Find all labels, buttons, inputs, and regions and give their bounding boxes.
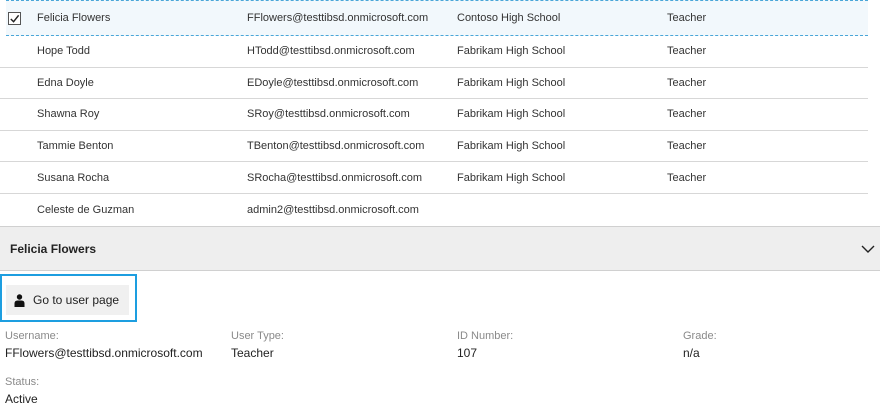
cell-role: Teacher xyxy=(667,12,707,24)
username-field: Username: FFlowers@testtibsd.onmicrosoft… xyxy=(5,329,203,361)
cell-school: Fabrikam High School xyxy=(457,108,566,121)
details-title: Felicia Flowers xyxy=(10,241,97,256)
cell-role: Teacher xyxy=(667,171,707,184)
cell-role: Teacher xyxy=(667,45,707,58)
cell-role: Teacher xyxy=(667,108,707,121)
id-number-label: ID Number: xyxy=(457,330,514,342)
cell-name: Shawna Roy xyxy=(37,108,100,121)
cell-email: EDoyle@testtibsd.onmicrosoft.com xyxy=(247,76,419,89)
cell-school: Fabrikam High School xyxy=(457,171,566,184)
chevron-down-icon[interactable] xyxy=(860,241,876,257)
table-row[interactable]: Celeste de Guzman admin2@testtibsd.onmic… xyxy=(0,194,868,226)
cell-name: Edna Doyle xyxy=(37,76,94,89)
cell-role: Teacher xyxy=(667,140,707,153)
grade-label: Grade: xyxy=(683,330,717,342)
grade-field: Grade: n/a xyxy=(683,329,717,361)
usertype-field: User Type: Teacher xyxy=(231,329,284,361)
grade-value: n/a xyxy=(683,346,700,360)
username-value: FFlowers@testtibsd.onmicrosoft.com xyxy=(5,346,203,360)
table-row[interactable]: Felicia Flowers FFlowers@testtibsd.onmic… xyxy=(6,0,868,36)
status-field: Status: Active xyxy=(5,375,39,407)
go-to-user-page-label: Go to user page xyxy=(33,293,120,307)
username-label: Username: xyxy=(5,330,59,342)
go-to-user-page-button[interactable]: Go to user page xyxy=(6,285,129,315)
cell-name: Celeste de Guzman xyxy=(37,203,135,216)
table-row[interactable]: Susana Rocha SRocha@testtibsd.onmicrosof… xyxy=(0,162,868,194)
cell-role: Teacher xyxy=(667,76,707,89)
status-value: Active xyxy=(5,392,38,406)
person-icon xyxy=(14,293,25,307)
cell-email: FFlowers@testtibsd.onmicrosoft.com xyxy=(247,12,429,24)
cell-email: HTodd@testtibsd.onmicrosoft.com xyxy=(247,45,415,58)
table-row[interactable]: Shawna Roy SRoy@testtibsd.onmicrosoft.co… xyxy=(0,99,868,131)
id-number-value: 107 xyxy=(457,346,478,360)
cell-email: SRocha@testtibsd.onmicrosoft.com xyxy=(247,171,423,184)
cell-name: Felicia Flowers xyxy=(37,12,111,24)
cell-email: TBenton@testtibsd.onmicrosoft.com xyxy=(247,140,425,153)
cell-school: Fabrikam High School xyxy=(457,140,566,153)
id-number-field: ID Number: 107 xyxy=(457,329,513,361)
checkmark-icon xyxy=(9,14,19,23)
cell-name: Susana Rocha xyxy=(37,171,110,184)
table-row[interactable]: Tammie Benton TBenton@testtibsd.onmicros… xyxy=(0,131,868,163)
details-panel-header[interactable]: Felicia Flowers xyxy=(0,226,880,271)
users-table: Felicia Flowers FFlowers@testtibsd.onmic… xyxy=(0,0,868,226)
cell-email: admin2@testtibsd.onmicrosoft.com xyxy=(247,203,419,216)
cell-school: Fabrikam High School xyxy=(457,45,566,58)
table-row[interactable]: Hope Todd HTodd@testtibsd.onmicrosoft.co… xyxy=(0,36,868,68)
cell-school: Contoso High School xyxy=(457,12,561,24)
cell-school: Fabrikam High School xyxy=(457,76,566,89)
cell-name: Hope Todd xyxy=(37,45,91,58)
table-row[interactable]: Edna Doyle EDoyle@testtibsd.onmicrosoft.… xyxy=(0,68,868,100)
row-checkbox[interactable] xyxy=(6,1,22,35)
cell-name: Tammie Benton xyxy=(37,140,114,153)
usertype-value: Teacher xyxy=(231,346,274,360)
status-label: Status: xyxy=(5,376,40,388)
usertype-label: User Type: xyxy=(231,330,284,342)
cell-email: SRoy@testtibsd.onmicrosoft.com xyxy=(247,108,410,121)
